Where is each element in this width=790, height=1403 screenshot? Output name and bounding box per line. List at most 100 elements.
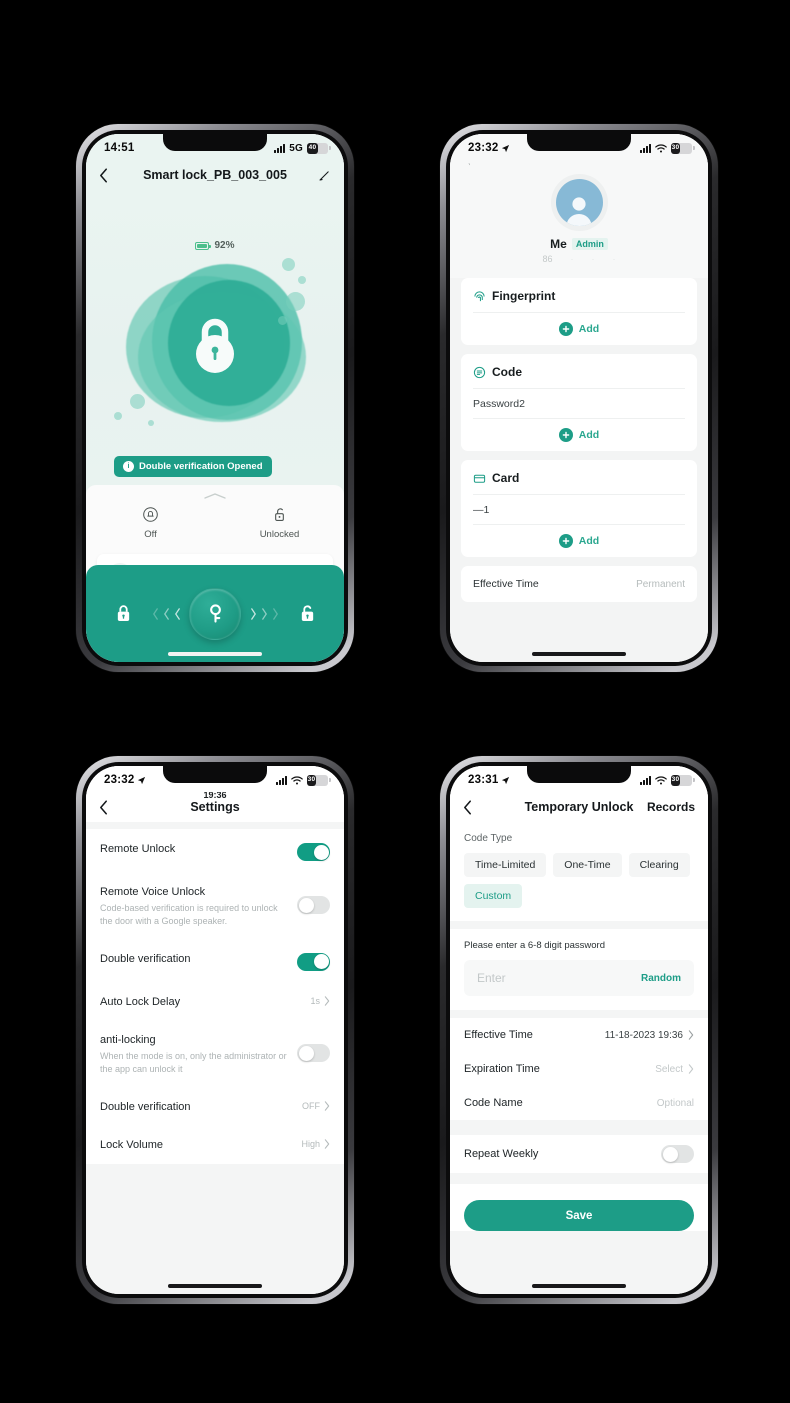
row-code-name[interactable]: Code Name Optional <box>450 1086 708 1120</box>
status-tile-lock[interactable]: Unlocked <box>215 506 344 540</box>
setting-double-verification-link[interactable]: Double verification OFF <box>86 1087 344 1125</box>
battery-level: 30 <box>671 143 680 151</box>
notch <box>527 134 631 151</box>
toggle-double-verification[interactable] <box>297 952 330 971</box>
status-tile-alarm[interactable]: Off <box>86 506 215 540</box>
pencil-icon[interactable] <box>318 169 331 182</box>
network-label: 5G <box>289 142 303 154</box>
settings-screen: 23:32 30 19:36 Settings Remote Unlock Re… <box>86 766 344 1294</box>
toggle-repeat-weekly[interactable] <box>661 1145 694 1163</box>
chip-time-limited[interactable]: Time-Limited <box>464 853 547 877</box>
setting-title: Double verification <box>100 1100 191 1113</box>
profile-name-row: Me Admin <box>450 237 708 251</box>
random-button[interactable]: Random <box>641 973 681 984</box>
detail-rows: Effective Time 11-18-2023 19:36 Expirati… <box>450 1018 708 1120</box>
setting-title: Remote Voice Unlock <box>100 886 206 898</box>
row-label: Effective Time <box>464 1029 533 1041</box>
password-input-wrap[interactable]: Enter Random <box>464 960 694 996</box>
profile-name: Me <box>550 237 567 251</box>
setting-value: OFF <box>302 1100 320 1111</box>
phone-bezel: 14:51 5G 40 Smart lock_PB_003_005 92% i … <box>82 130 348 666</box>
member-detail-screen: 23:32 30 ` Me Admin 86 · · · Fingerprint… <box>450 134 708 662</box>
toggle-remote-voice-unlock[interactable] <box>297 896 330 914</box>
toggle-anti-locking[interactable] <box>297 1044 330 1063</box>
phone4-screen: 23:31 30 Temporary Unlock Records Code T… <box>450 766 708 1294</box>
effective-time-row[interactable]: Effective Time Permanent <box>461 566 697 602</box>
unlock-button[interactable] <box>287 604 327 623</box>
unlock-icon <box>275 508 284 522</box>
chevron-left-icon[interactable] <box>463 799 472 815</box>
status-tile-label: Off <box>144 529 157 540</box>
setting-auto-lock-delay[interactable]: Auto Lock Delay 1s <box>86 982 344 1020</box>
add-fingerprint-button[interactable]: Add <box>473 313 685 336</box>
add-label: Add <box>578 429 600 441</box>
password-hint: Please enter a 6-8 digit password <box>464 940 605 951</box>
chip-clearing[interactable]: Clearing <box>628 853 690 877</box>
password-input[interactable]: Enter <box>477 971 506 985</box>
status-time: 23:32 <box>104 774 135 786</box>
row-effective-time[interactable]: Effective Time 11-18-2023 19:36 <box>450 1018 708 1052</box>
plus-icon <box>558 428 573 442</box>
lock-hero: 92% i Double verification Opened <box>86 190 344 485</box>
lock-button[interactable] <box>103 604 143 623</box>
lock-closed-icon <box>117 605 129 622</box>
chip-custom[interactable]: Custom <box>464 884 523 908</box>
phone2-screen: 23:32 30 ` Me Admin 86 · · · Fingerprint… <box>450 134 708 662</box>
nav-bar: Smart lock_PB_003_005 <box>86 160 344 190</box>
row-expiration-time[interactable]: Expiration Time Select <box>450 1052 708 1086</box>
save-button[interactable]: Save <box>464 1200 694 1231</box>
chevron-right-icon <box>688 1030 694 1040</box>
sheet-handle[interactable] <box>86 485 344 500</box>
setting-remote-voice-unlock[interactable]: Remote Voice Unlock Code-based verificat… <box>86 872 344 939</box>
phone-mockup-4: 23:31 30 Temporary Unlock Records Code T… <box>440 756 718 1304</box>
phone-mockup-3: 23:32 30 19:36 Settings Remote Unlock Re… <box>76 756 354 1304</box>
setting-control <box>297 952 330 971</box>
records-button[interactable]: Records <box>647 800 695 814</box>
avatar[interactable] <box>550 174 608 231</box>
chevron-left-icon <box>152 607 158 620</box>
key-slider-knob[interactable] <box>189 587 241 640</box>
setting-remote-unlock[interactable]: Remote Unlock <box>86 829 344 872</box>
code-item[interactable]: Password2 <box>473 389 685 418</box>
phone-mockup-2: 23:32 30 ` Me Admin 86 · · · Fingerprint… <box>440 124 718 672</box>
battery-icon: 40 <box>307 142 331 154</box>
password-section: Please enter a 6-8 digit password Enter … <box>450 929 708 1010</box>
row-value: 11-18-2023 19:36 <box>604 1029 683 1041</box>
setting-control <box>297 842 330 861</box>
wifi-icon <box>655 143 667 153</box>
add-code-button[interactable]: Add <box>473 419 685 442</box>
card-item[interactable]: —1 <box>473 495 685 524</box>
toggle-remote-unlock[interactable] <box>297 843 330 861</box>
lock-closed-icon[interactable] <box>189 314 241 376</box>
setting-anti-locking[interactable]: anti-locking When the mode is on, only t… <box>86 1020 344 1087</box>
chevron-left-icon <box>163 607 169 620</box>
battery-icon: 30 <box>671 774 695 786</box>
setting-text: Remote Unlock <box>100 842 287 856</box>
setting-double-verification-toggle[interactable]: Double verification <box>86 939 344 982</box>
chevron-left-icon[interactable] <box>99 167 108 183</box>
role-badge: Admin <box>571 238 608 250</box>
setting-text: Remote Voice Unlock Code-based verificat… <box>100 885 287 928</box>
save-section: Save <box>450 1184 708 1231</box>
location-arrow-icon <box>502 144 510 152</box>
toggle-knob <box>313 954 329 970</box>
status-right: 30 <box>640 142 695 154</box>
setting-title: Lock Volume <box>100 1139 163 1152</box>
page-title: Settings <box>190 800 240 814</box>
chevron-left-icon[interactable] <box>99 799 108 815</box>
setting-title: anti-locking <box>100 1034 156 1047</box>
setting-lock-volume[interactable]: Lock Volume High <box>86 1125 344 1163</box>
status-left: 23:31 <box>468 774 510 786</box>
plus-icon <box>558 534 573 548</box>
card-header: Code <box>473 365 685 388</box>
bubble-3 <box>286 292 305 311</box>
row-repeat-weekly[interactable]: Repeat Weekly <box>450 1135 708 1173</box>
info-icon: i <box>123 461 134 472</box>
status-right: 30 <box>640 774 695 786</box>
status-time: 23:31 <box>468 774 499 786</box>
chip-one-time[interactable]: One-Time <box>553 853 622 877</box>
add-card-button[interactable]: Add <box>473 525 685 548</box>
setting-title: Double verification <box>100 952 191 965</box>
key-icon <box>209 603 221 623</box>
plus-icon <box>558 322 573 336</box>
